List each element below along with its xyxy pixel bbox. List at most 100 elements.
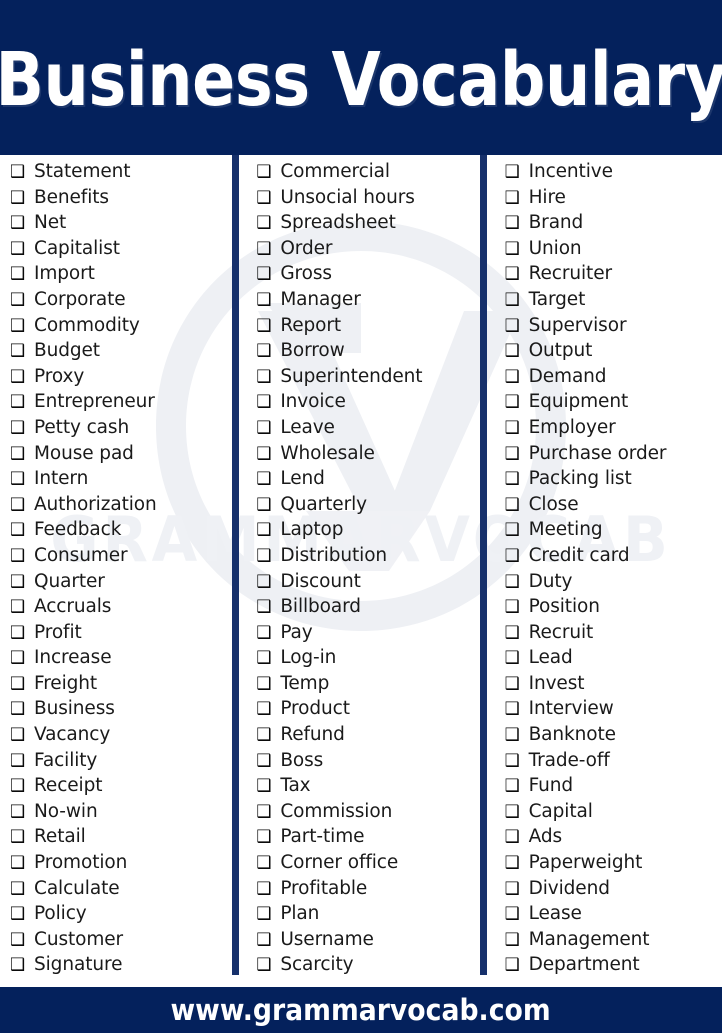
checkbox-icon[interactable]: ❑	[505, 749, 529, 775]
vocabulary-item[interactable]: ❑ Promotion	[10, 850, 232, 876]
vocabulary-item[interactable]: ❑ Lead	[505, 645, 722, 671]
vocabulary-item[interactable]: ❑ Gross	[256, 261, 479, 287]
vocabulary-item[interactable]: ❑ Customer	[10, 927, 232, 953]
vocabulary-item[interactable]: ❑ Interview	[505, 696, 722, 722]
checkbox-icon[interactable]: ❑	[505, 186, 529, 212]
checkbox-icon[interactable]: ❑	[505, 416, 529, 442]
checkbox-icon[interactable]: ❑	[505, 288, 529, 314]
vocabulary-item[interactable]: ❑ Manager	[256, 287, 479, 313]
checkbox-icon[interactable]: ❑	[505, 851, 529, 877]
vocabulary-item[interactable]: ❑ Recruit	[505, 620, 722, 646]
vocabulary-item[interactable]: ❑ Commission	[256, 799, 479, 825]
vocabulary-item[interactable]: ❑ Vacancy	[10, 722, 232, 748]
checkbox-icon[interactable]: ❑	[256, 723, 280, 749]
vocabulary-item[interactable]: ❑ Plan	[256, 901, 479, 927]
checkbox-icon[interactable]: ❑	[10, 544, 34, 570]
vocabulary-item[interactable]: ❑ Paperweight	[505, 850, 722, 876]
checkbox-icon[interactable]: ❑	[10, 237, 34, 263]
checkbox-icon[interactable]: ❑	[10, 800, 34, 826]
vocabulary-item[interactable]: ❑ Meeting	[505, 517, 722, 543]
vocabulary-item[interactable]: ❑ Incentive	[505, 159, 722, 185]
checkbox-icon[interactable]: ❑	[256, 570, 280, 596]
checkbox-icon[interactable]: ❑	[505, 902, 529, 928]
vocabulary-item[interactable]: ❑ Benefits	[10, 185, 232, 211]
checkbox-icon[interactable]: ❑	[10, 442, 34, 468]
checkbox-icon[interactable]: ❑	[256, 928, 280, 954]
checkbox-icon[interactable]: ❑	[256, 288, 280, 314]
vocabulary-item[interactable]: ❑ Authorization	[10, 492, 232, 518]
vocabulary-item[interactable]: ❑ Business	[10, 696, 232, 722]
vocabulary-item[interactable]: ❑ Equipment	[505, 389, 722, 415]
checkbox-icon[interactable]: ❑	[256, 774, 280, 800]
vocabulary-item[interactable]: ❑ Refund	[256, 722, 479, 748]
checkbox-icon[interactable]: ❑	[10, 953, 34, 979]
vocabulary-item[interactable]: ❑ Spreadsheet	[256, 210, 479, 236]
checkbox-icon[interactable]: ❑	[10, 697, 34, 723]
checkbox-icon[interactable]: ❑	[505, 646, 529, 672]
checkbox-icon[interactable]: ❑	[256, 749, 280, 775]
checkbox-icon[interactable]: ❑	[10, 877, 34, 903]
checkbox-icon[interactable]: ❑	[505, 774, 529, 800]
checkbox-icon[interactable]: ❑	[256, 339, 280, 365]
checkbox-icon[interactable]: ❑	[10, 493, 34, 519]
vocabulary-item[interactable]: ❑ Credit card	[505, 543, 722, 569]
checkbox-icon[interactable]: ❑	[505, 390, 529, 416]
checkbox-icon[interactable]: ❑	[256, 365, 280, 391]
checkbox-icon[interactable]: ❑	[10, 288, 34, 314]
vocabulary-item[interactable]: ❑ Net	[10, 210, 232, 236]
vocabulary-item[interactable]: ❑ Fund	[505, 773, 722, 799]
checkbox-icon[interactable]: ❑	[256, 953, 280, 979]
checkbox-icon[interactable]: ❑	[10, 851, 34, 877]
checkbox-icon[interactable]: ❑	[256, 160, 280, 186]
vocabulary-item[interactable]: ❑ Lend	[256, 466, 479, 492]
checkbox-icon[interactable]: ❑	[10, 902, 34, 928]
vocabulary-item[interactable]: ❑ Corner office	[256, 850, 479, 876]
checkbox-icon[interactable]: ❑	[256, 800, 280, 826]
vocabulary-item[interactable]: ❑ Dividend	[505, 876, 722, 902]
checkbox-icon[interactable]: ❑	[256, 467, 280, 493]
checkbox-icon[interactable]: ❑	[256, 595, 280, 621]
vocabulary-item[interactable]: ❑ Banknote	[505, 722, 722, 748]
checkbox-icon[interactable]: ❑	[505, 237, 529, 263]
checkbox-icon[interactable]: ❑	[256, 314, 280, 340]
checkbox-icon[interactable]: ❑	[10, 365, 34, 391]
vocabulary-item[interactable]: ❑ Intern	[10, 466, 232, 492]
checkbox-icon[interactable]: ❑	[10, 262, 34, 288]
checkbox-icon[interactable]: ❑	[10, 595, 34, 621]
vocabulary-item[interactable]: ❑ Product	[256, 696, 479, 722]
checkbox-icon[interactable]: ❑	[256, 390, 280, 416]
checkbox-icon[interactable]: ❑	[10, 672, 34, 698]
checkbox-icon[interactable]: ❑	[505, 697, 529, 723]
vocabulary-item[interactable]: ❑ Tax	[256, 773, 479, 799]
vocabulary-item[interactable]: ❑ Superintendent	[256, 364, 479, 390]
vocabulary-item[interactable]: ❑ Capitalist	[10, 236, 232, 262]
checkbox-icon[interactable]: ❑	[10, 570, 34, 596]
checkbox-icon[interactable]: ❑	[505, 262, 529, 288]
checkbox-icon[interactable]: ❑	[256, 544, 280, 570]
vocabulary-item[interactable]: ❑ Facility	[10, 748, 232, 774]
vocabulary-item[interactable]: ❑ Brand	[505, 210, 722, 236]
vocabulary-item[interactable]: ❑ Commercial	[256, 159, 479, 185]
vocabulary-item[interactable]: ❑ Purchase order	[505, 441, 722, 467]
vocabulary-item[interactable]: ❑ Lease	[505, 901, 722, 927]
checkbox-icon[interactable]: ❑	[256, 877, 280, 903]
vocabulary-item[interactable]: ❑ Capital	[505, 799, 722, 825]
checkbox-icon[interactable]: ❑	[505, 339, 529, 365]
vocabulary-item[interactable]: ❑ Position	[505, 594, 722, 620]
checkbox-icon[interactable]: ❑	[505, 928, 529, 954]
checkbox-icon[interactable]: ❑	[10, 749, 34, 775]
vocabulary-item[interactable]: ❑ Entrepreneur	[10, 389, 232, 415]
checkbox-icon[interactable]: ❑	[10, 390, 34, 416]
checkbox-icon[interactable]: ❑	[505, 493, 529, 519]
vocabulary-item[interactable]: ❑ Duty	[505, 569, 722, 595]
checkbox-icon[interactable]: ❑	[505, 467, 529, 493]
vocabulary-item[interactable]: ❑ Import	[10, 261, 232, 287]
checkbox-icon[interactable]: ❑	[505, 672, 529, 698]
checkbox-icon[interactable]: ❑	[505, 800, 529, 826]
vocabulary-item[interactable]: ❑ Increase	[10, 645, 232, 671]
vocabulary-item[interactable]: ❑ Commodity	[10, 313, 232, 339]
vocabulary-item[interactable]: ❑ Report	[256, 313, 479, 339]
checkbox-icon[interactable]: ❑	[505, 518, 529, 544]
checkbox-icon[interactable]: ❑	[505, 160, 529, 186]
vocabulary-item[interactable]: ❑ Quarter	[10, 569, 232, 595]
